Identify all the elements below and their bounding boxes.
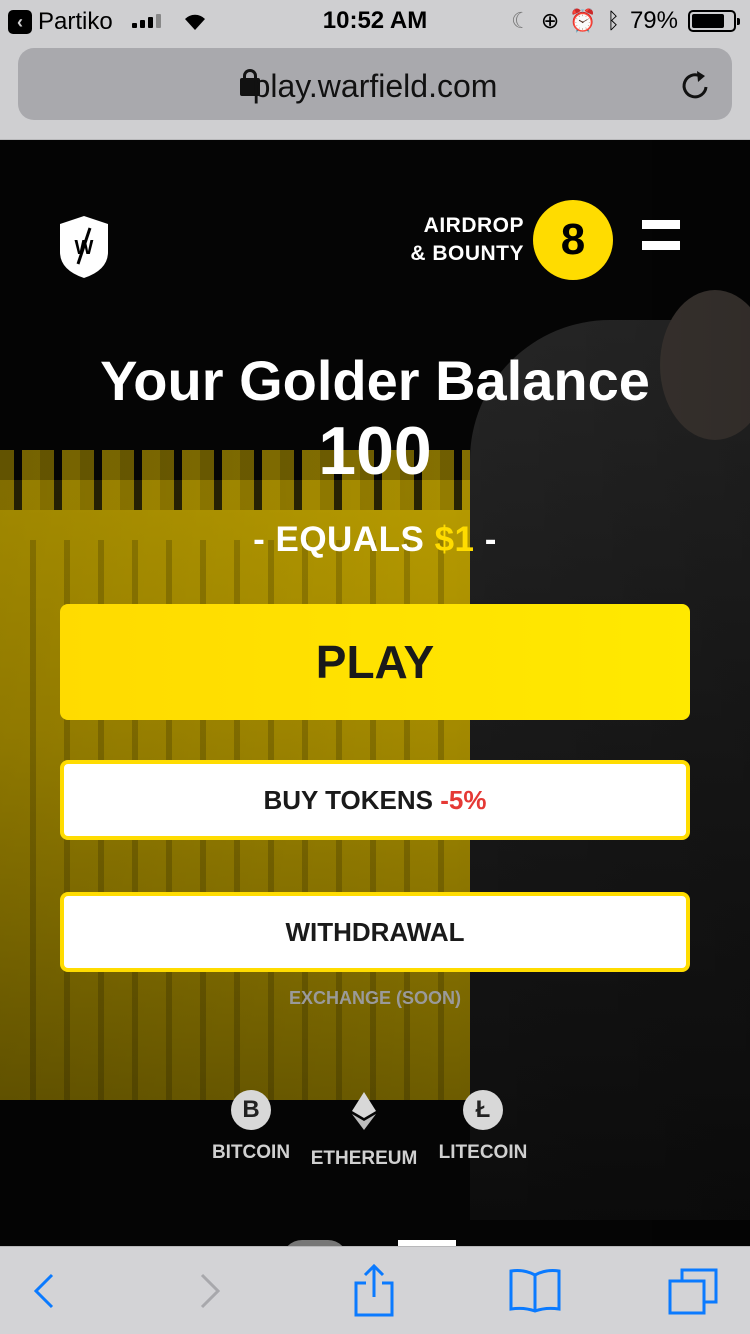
address-bar-area: play.warfield.com — [0, 40, 750, 140]
exchange-soon-label: EXCHANGE (SOON) — [288, 988, 461, 1008]
url-text: play.warfield.com — [252, 68, 498, 104]
coin-ethereum[interactable]: ETHEREUM — [299, 1090, 429, 1170]
airdrop-bounty-link[interactable]: AIRDROP & BOUNTY — [400, 212, 524, 268]
coin-bitcoin[interactable]: B BITCOIN — [186, 1090, 316, 1164]
balance-equivalent: - EQUALS $1 - — [0, 520, 750, 560]
web-content: W AIRDROP & BOUNTY 8 Your Golder Balance… — [0, 140, 750, 1246]
tabs-icon[interactable] — [666, 1267, 720, 1315]
back-icon[interactable] — [30, 1271, 58, 1311]
battery-icon — [688, 10, 740, 32]
balance-value: 100 — [318, 413, 432, 489]
buy-tokens-label: BUY TOKENS — [263, 785, 441, 815]
litecoin-icon: Ł — [463, 1090, 503, 1130]
bitcoin-icon: B — [231, 1090, 271, 1130]
buy-tokens-discount: -5% — [440, 785, 487, 815]
reload-icon[interactable] — [680, 68, 712, 102]
airdrop-count-badge[interactable]: 8 — [533, 200, 613, 280]
withdrawal-button[interactable]: WITHDRAWAL — [60, 892, 690, 972]
status-bar: ‹ Partiko 10:52 AM ☾ ⊕ ⏰ ᛒ 79% — [0, 0, 750, 40]
ethereum-icon — [352, 1092, 376, 1130]
coin-label: BITCOIN — [211, 1142, 291, 1163]
equals-amount: $1 — [434, 520, 475, 559]
battery-fill — [692, 14, 724, 28]
alarm-icon: ⏰ — [569, 8, 597, 33]
forward-icon[interactable] — [196, 1271, 224, 1311]
hamburger-menu-icon[interactable] — [642, 220, 680, 250]
coin-label: LITECOIN — [438, 1142, 528, 1163]
play-button[interactable]: PLAY — [60, 604, 690, 720]
bookmarks-icon[interactable] — [508, 1267, 562, 1313]
airdrop-label: AIRDROP — [423, 214, 524, 237]
rotation-lock-icon: ⊕ — [540, 8, 560, 33]
equals-suffix: - — [474, 520, 497, 559]
share-icon[interactable] — [354, 1263, 394, 1317]
safari-toolbar — [0, 1246, 750, 1334]
status-right-group: ☾ ⊕ ⏰ ᛒ 79% — [511, 7, 740, 35]
coin-litecoin[interactable]: Ł LITECOIN — [418, 1090, 548, 1164]
url-field[interactable]: play.warfield.com — [18, 48, 732, 120]
warfield-shield-logo[interactable]: W — [56, 214, 112, 280]
coin-label: ETHEREUM — [310, 1148, 418, 1169]
moon-icon: ☾ — [511, 8, 531, 33]
balance-title: Your Golder Balance — [100, 349, 650, 412]
equals-prefix: - EQUALS — [253, 520, 435, 559]
bluetooth-icon: ᛒ — [606, 8, 620, 33]
buy-tokens-button[interactable]: BUY TOKENS -5% — [60, 760, 690, 840]
bounty-label: & BOUNTY — [410, 242, 524, 265]
battery-percent: 79% — [629, 7, 678, 34]
